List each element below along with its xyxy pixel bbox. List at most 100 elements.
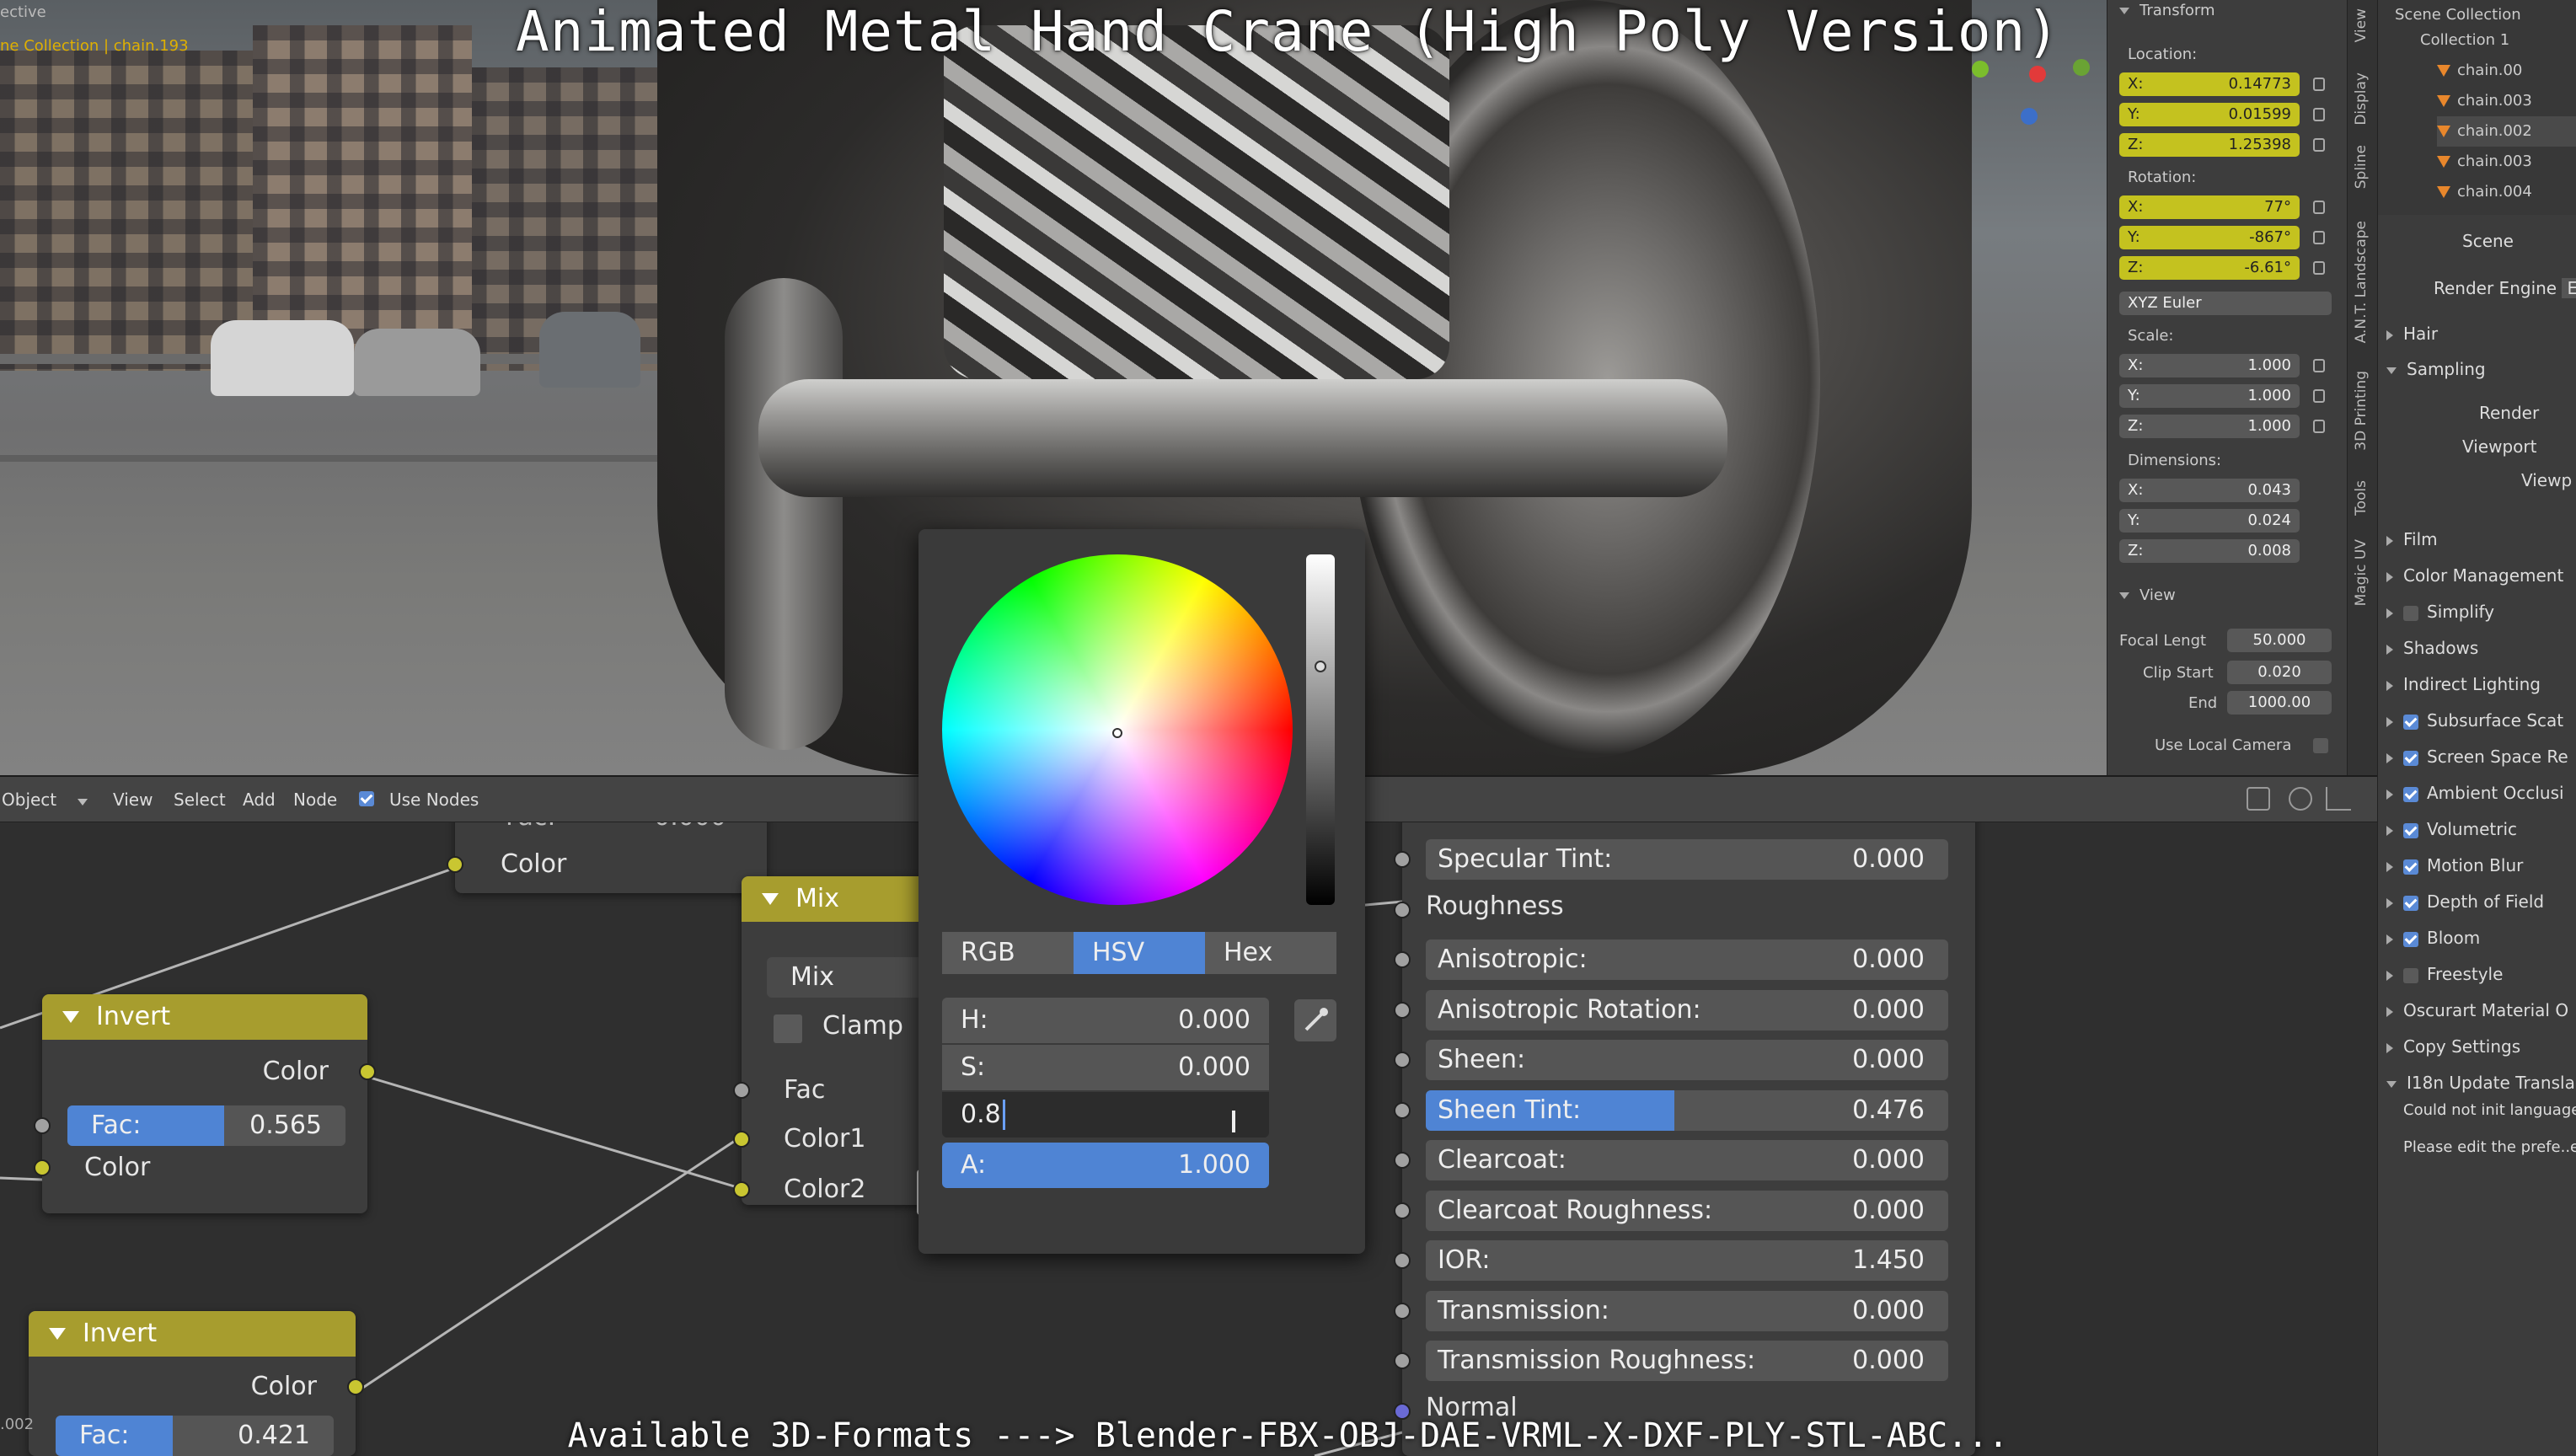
transform-header[interactable]: Transform [2119,2,2215,19]
view-menu[interactable]: View [113,790,153,810]
collection-row[interactable]: Collection 1 [2420,25,2576,56]
panel-checkbox[interactable] [2403,967,2418,983]
ior-slider[interactable]: IOR: 1.450 [1426,1240,1948,1281]
tab-magic-uv[interactable]: Magic UV [2353,539,2375,606]
input-socket[interactable] [1394,1202,1411,1219]
clip-end-field[interactable]: 1000.00 [2227,691,2332,715]
tab-hex[interactable]: Hex [1205,932,1336,974]
scale-z[interactable]: Z: 1.000 [2119,415,2300,438]
fac-input-socket[interactable] [34,1117,51,1134]
wheel-cursor[interactable] [1112,728,1122,738]
color-output-socket[interactable] [359,1063,376,1080]
outliner-item[interactable]: chain.00 [2437,56,2576,86]
rotation-y[interactable]: Y: -867° [2119,226,2300,249]
input-socket[interactable] [1394,1001,1411,1019]
invert-node-header[interactable]: Invert [42,994,367,1040]
panel-checkbox[interactable] [2403,714,2418,730]
scale-y[interactable]: Y: 1.000 [2119,384,2300,408]
clamp-checkbox[interactable] [774,1014,802,1043]
saturation-field[interactable]: S: 0.000 [942,1045,1269,1090]
ao-panel[interactable]: Ambient Occlusi [2386,780,2576,806]
motionblur-panel[interactable]: Motion Blur [2386,853,2576,878]
outliner-item[interactable]: chain.003 [2437,147,2576,177]
anisotropic-slider[interactable]: Anisotropic: 0.000 [1426,939,1948,980]
select-menu[interactable]: Select [174,790,226,810]
lock-icon[interactable] [2313,231,2325,244]
location-x[interactable]: X: 0.14773 [2119,72,2300,96]
gizmo-z-icon[interactable] [2021,108,2038,125]
color1-input-socket[interactable] [733,1131,750,1148]
input-socket[interactable] [1394,1152,1411,1169]
tab-rgb[interactable]: RGB [942,932,1074,974]
transmission-roughness-slider[interactable]: Transmission Roughness: 0.000 [1426,1341,1948,1381]
input-socket[interactable] [1394,1101,1411,1119]
panel-checkbox[interactable] [2403,750,2418,766]
hue-field[interactable]: H: 0.000 [942,998,1269,1043]
invert-node[interactable]: Invert Color Fac: 0.565 Color [34,994,376,1213]
tab-a-n-t-landscape[interactable]: A.N.T. Landscape [2353,221,2375,343]
input-socket[interactable] [1394,1352,1411,1369]
lock-icon[interactable] [2313,108,2325,121]
color-picker-popup[interactable]: RGB HSV Hex H: 0.000 S: 0.000 0.8 A: 1.000 [918,529,1365,1254]
transmission-slider[interactable]: Transmission: 0.000 [1426,1290,1948,1331]
sheen-slider[interactable]: Sheen: 0.000 [1426,1040,1948,1080]
i18n-panel[interactable]: I18n Update Transla [2386,1070,2576,1095]
ssr-panel[interactable]: Screen Space Re [2386,744,2576,769]
tab-display[interactable]: Display [2353,72,2375,126]
gizmo-icon[interactable] [2326,787,2351,811]
panel-checkbox[interactable] [2403,895,2418,911]
input-socket[interactable] [1394,901,1411,918]
panel-checkbox[interactable] [2403,605,2418,621]
lock-icon[interactable] [2313,420,2325,433]
hair-panel[interactable]: Hair [2386,321,2576,346]
color-input-socket[interactable] [34,1159,51,1176]
rotation-z[interactable]: Z: -6.61° [2119,256,2300,280]
lock-icon[interactable] [2313,389,2325,403]
sampling-panel[interactable]: Sampling [2386,356,2576,382]
invert-node-header[interactable]: Invert [29,1311,356,1357]
tab-3d-printing[interactable]: 3D Printing [2353,371,2375,451]
shadows-panel[interactable]: Shadows [2386,635,2576,661]
lock-icon[interactable] [2313,78,2325,91]
use-nodes-checkbox[interactable] [359,791,374,806]
tab-spline[interactable]: Spline [2353,145,2375,189]
lock-icon[interactable] [2313,138,2325,152]
focal-length-field[interactable]: 50.000 [2227,629,2332,652]
panel-checkbox[interactable] [2403,931,2418,947]
scene-tab[interactable]: Scene [2462,228,2576,254]
dimensions-x[interactable]: X: 0.043 [2119,479,2300,502]
input-socket[interactable] [1394,951,1411,968]
panel-checkbox[interactable] [2403,786,2418,802]
specular-tint-slider[interactable]: Specular Tint: 0.000 [1426,839,1948,880]
sheen-tint-slider[interactable]: Sheen Tint: 0.476 [1426,1089,1948,1131]
value-cursor[interactable] [1315,661,1326,672]
clip-start-field[interactable]: 0.020 [2227,661,2332,684]
view-header[interactable]: View [2119,586,2176,604]
film-panel[interactable]: Film [2386,527,2576,552]
lock-icon[interactable] [2313,359,2325,372]
use-local-camera-checkbox[interactable] [2313,738,2328,753]
sss-panel[interactable]: Subsurface Scat [2386,708,2576,733]
dimensions-y[interactable]: Y: 0.024 [2119,509,2300,533]
input-socket[interactable] [1394,1302,1411,1320]
value-field-editing[interactable]: 0.8 [942,1092,1269,1138]
rotation-x[interactable]: X: 77° [2119,195,2300,219]
fac-input-socket[interactable] [733,1082,750,1099]
freestyle-panel[interactable]: Freestyle [2386,961,2576,987]
rotation-mode-select[interactable]: XYZ Euler [2119,292,2332,315]
lock-icon[interactable] [2313,201,2325,214]
backdrop-icon[interactable] [2289,787,2312,811]
tab-hsv[interactable]: HSV [1074,932,1205,974]
dimensions-z[interactable]: Z: 0.008 [2119,539,2300,563]
alpha-field[interactable]: A: 1.000 [942,1143,1269,1188]
dof-panel[interactable]: Depth of Field [2386,889,2576,914]
indirect-panel[interactable]: Indirect Lighting [2386,672,2576,697]
scale-x[interactable]: X: 1.000 [2119,354,2300,377]
gizmo-x-icon[interactable] [2029,66,2046,83]
volumetric-panel[interactable]: Volumetric [2386,816,2576,842]
location-y[interactable]: Y: 0.01599 [2119,103,2300,126]
tab-tools[interactable]: Tools [2353,480,2375,516]
principled-bsdf-node[interactable]: Specular Tint: 0.000 Roughness Anisotropic:… [1394,809,1975,1456]
panel-checkbox[interactable] [2403,859,2418,875]
clearcoat-roughness-slider[interactable]: Clearcoat Roughness: 0.000 [1426,1190,1948,1231]
